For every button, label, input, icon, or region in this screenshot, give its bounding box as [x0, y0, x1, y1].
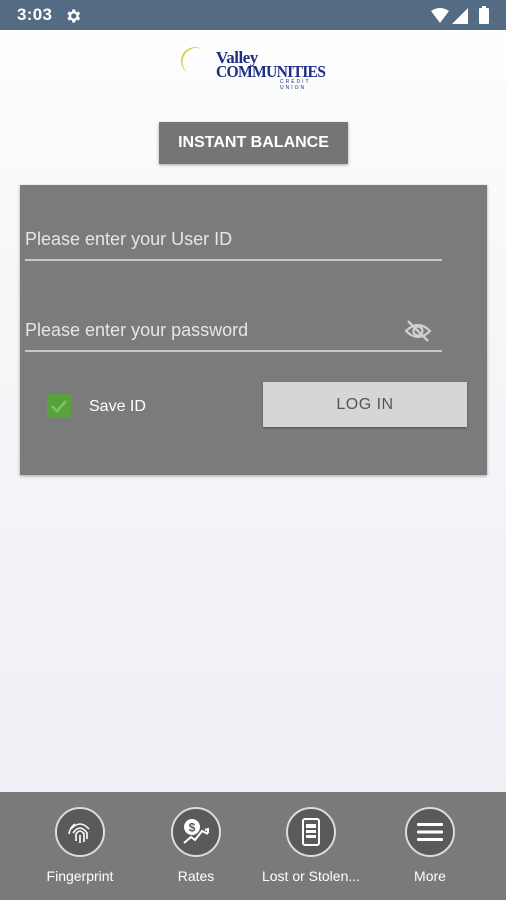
password-placeholder: Please enter your password [25, 320, 249, 340]
battery-icon [479, 6, 489, 24]
nav-item-lost-or-stolen[interactable]: Lost or Stolen... [253, 792, 369, 900]
nav-item-more[interactable]: More [372, 792, 488, 900]
status-bar: 3:03 [0, 0, 506, 30]
menu-icon [405, 807, 455, 857]
logo-mark-icon [176, 47, 208, 79]
password-field[interactable]: Please enter your password [25, 300, 442, 352]
checkmark-icon [51, 400, 67, 413]
fingerprint-icon [55, 807, 105, 857]
nav-item-rates[interactable]: $ Rates [138, 792, 254, 900]
logo-text-credit-union: CREDIT UNION [280, 79, 311, 91]
nav-label-lost-or-stolen: Lost or Stolen... [261, 868, 361, 884]
save-id-checkbox[interactable] [47, 394, 71, 418]
wifi-icon [431, 8, 449, 23]
svg-text:$: $ [189, 821, 196, 835]
card-icon [286, 807, 336, 857]
status-time: 3:03 [17, 5, 53, 24]
save-id-label: Save ID [89, 398, 146, 415]
nav-label-rates: Rates [177, 868, 215, 884]
user-id-field[interactable]: Please enter your User ID [25, 209, 442, 261]
rates-icon: $ [171, 807, 221, 857]
user-id-placeholder: Please enter your User ID [25, 229, 233, 249]
signal-icon [452, 8, 468, 24]
nav-label-fingerprint: Fingerprint [46, 868, 114, 884]
bottom-nav: Fingerprint $ Rates Lost or Stolen... Mo… [0, 792, 506, 900]
valley-communities-logo: Valley COMMUNITIES CREDIT UNION [170, 43, 340, 91]
log-in-button[interactable]: LOG IN [263, 382, 467, 427]
nav-label-more: More [414, 868, 446, 884]
eye-off-icon[interactable] [404, 318, 432, 344]
user-id-underline [25, 259, 442, 261]
instant-balance-button[interactable]: INSTANT BALANCE [159, 122, 348, 164]
password-underline [25, 350, 442, 352]
gear-icon [67, 9, 81, 23]
nav-item-fingerprint[interactable]: Fingerprint [22, 792, 138, 900]
